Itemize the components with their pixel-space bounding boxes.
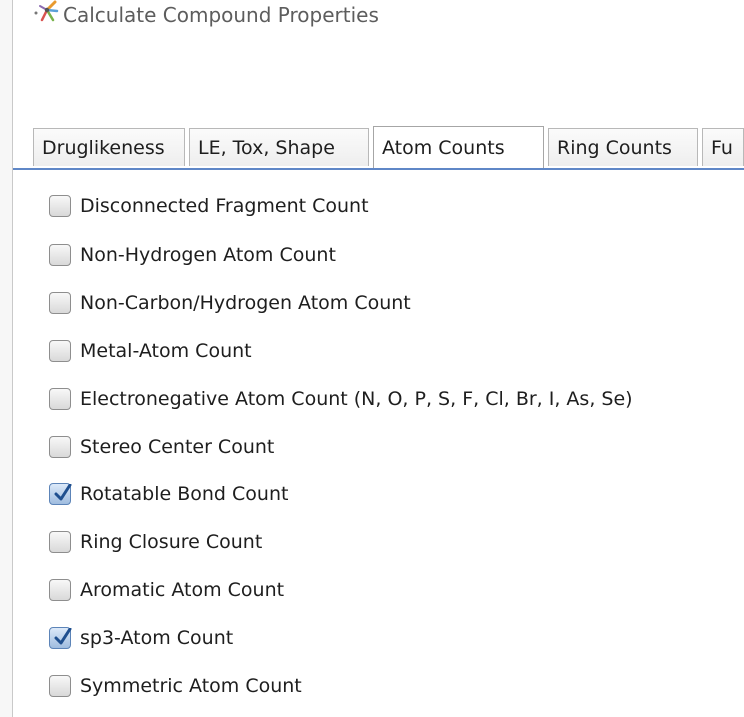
checkbox-non-hydrogen-atom-count[interactable]: [49, 244, 71, 266]
tab-bar: Druglikeness LE, Tox, Shape Atom Counts …: [13, 126, 744, 170]
checkbox-metal-atom-count[interactable]: [49, 340, 71, 362]
option-label: Rotatable Bond Count: [80, 483, 289, 505]
window-left-border: [0, 0, 13, 717]
option-metal-atom-count[interactable]: Metal-Atom Count: [49, 336, 252, 366]
option-label: Ring Closure Count: [80, 531, 263, 553]
option-sp3-atom-count[interactable]: sp3-Atom Count: [49, 623, 233, 653]
option-label: Disconnected Fragment Count: [80, 195, 369, 217]
checkmark-icon: [54, 628, 72, 645]
option-label: Aromatic Atom Count: [80, 579, 285, 601]
option-ring-closure-count[interactable]: Ring Closure Count: [49, 527, 262, 557]
option-label: Electronegative Atom Count (N, O, P, S, …: [80, 388, 633, 410]
tab-ring-counts[interactable]: Ring Counts: [548, 128, 698, 166]
tab-atom-counts[interactable]: Atom Counts: [373, 126, 544, 170]
option-non-carbon-hydrogen-atom-count[interactable]: Non-Carbon/Hydrogen Atom Count: [49, 288, 411, 318]
checkbox-sp3-atom-count[interactable]: [49, 627, 72, 649]
checkbox-electronegative-atom-count[interactable]: [49, 388, 71, 410]
option-label: Stereo Center Count: [80, 436, 275, 458]
option-label: Metal-Atom Count: [80, 340, 252, 362]
checkbox-rotatable-bond-count[interactable]: [49, 483, 72, 505]
title-bar: Calculate Compound Properties: [13, 0, 744, 44]
window-title: Calculate Compound Properties: [63, 3, 379, 27]
checkbox-ring-closure-count[interactable]: [49, 531, 71, 553]
option-non-hydrogen-atom-count[interactable]: Non-Hydrogen Atom Count: [49, 240, 336, 270]
tab-le-tox-shape[interactable]: LE, Tox, Shape: [189, 128, 369, 166]
option-label: Symmetric Atom Count: [80, 675, 302, 697]
checkbox-symmetric-atom-count[interactable]: [49, 675, 71, 697]
checkbox-aromatic-atom-count[interactable]: [49, 579, 71, 601]
option-label: Non-Hydrogen Atom Count: [80, 244, 336, 266]
option-rotatable-bond-count[interactable]: Rotatable Bond Count: [49, 479, 288, 509]
option-aromatic-atom-count[interactable]: Aromatic Atom Count: [49, 575, 284, 605]
atom-counts-panel: Disconnected Fragment Count Non-Hydrogen…: [13, 170, 744, 717]
checkmark-icon: [54, 484, 72, 501]
app-logo-icon: [33, 0, 59, 22]
option-symmetric-atom-count[interactable]: Symmetric Atom Count: [49, 671, 302, 701]
option-label: Non-Carbon/Hydrogen Atom Count: [80, 292, 411, 314]
checkbox-non-carbon-hydrogen-atom-count[interactable]: [49, 292, 71, 314]
option-electronegative-atom-count[interactable]: Electronegative Atom Count (N, O, P, S, …: [49, 384, 633, 414]
option-stereo-center-count[interactable]: Stereo Center Count: [49, 432, 274, 462]
option-disconnected-fragment-count[interactable]: Disconnected Fragment Count: [49, 191, 369, 221]
tab-functional-groups[interactable]: Fu: [702, 128, 744, 166]
checkbox-disconnected-fragment-count[interactable]: [49, 195, 71, 217]
checkbox-stereo-center-count[interactable]: [49, 436, 71, 458]
option-label: sp3-Atom Count: [80, 627, 234, 649]
tab-druglikeness[interactable]: Druglikeness: [33, 128, 185, 166]
